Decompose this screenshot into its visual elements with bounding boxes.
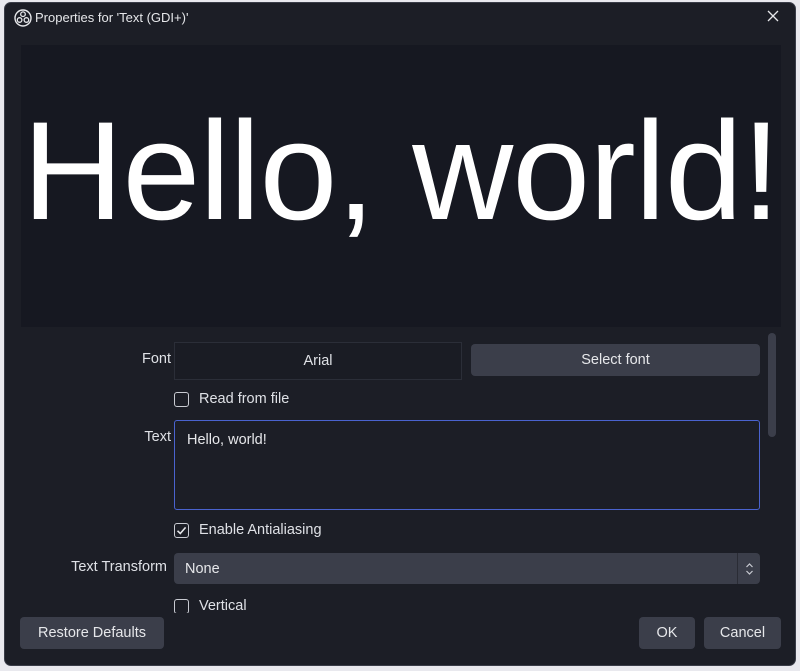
vertical-label: Vertical [199, 598, 247, 613]
read-from-file-row[interactable]: Read from file [174, 391, 289, 407]
properties-scrollbar[interactable] [768, 331, 776, 611]
antialiasing-checkbox[interactable] [174, 522, 189, 538]
obs-logo-icon [14, 9, 32, 27]
antialiasing-row[interactable]: Enable Antialiasing [174, 522, 322, 538]
text-transform-value: None [185, 560, 220, 577]
cancel-button[interactable]: Cancel [704, 617, 781, 649]
vertical-checkbox[interactable] [174, 598, 189, 613]
text-transform-select[interactable]: None [174, 553, 760, 584]
scrollbar-thumb[interactable] [768, 333, 776, 437]
vertical-row[interactable]: Vertical [174, 598, 247, 613]
properties-panel: Font Arial Select font Read from file Te… [21, 327, 781, 613]
ok-button[interactable]: OK [639, 617, 695, 649]
title-bar: Properties for 'Text (GDI+)' [5, 3, 795, 33]
font-display: Arial [174, 342, 462, 380]
read-from-file-label: Read from file [199, 391, 290, 407]
window-title: Properties for 'Text (GDI+)' [35, 10, 189, 25]
properties-dialog: Properties for 'Text (GDI+)' Hello, worl… [4, 2, 796, 666]
close-button[interactable] [751, 3, 795, 33]
text-preview: Hello, world! [21, 45, 781, 327]
text-label: Text [144, 429, 171, 445]
read-from-file-checkbox[interactable] [174, 391, 189, 407]
restore-defaults-button[interactable]: Restore Defaults [20, 617, 164, 649]
checkmark-icon [176, 526, 187, 535]
select-font-button[interactable]: Select font [471, 344, 760, 376]
font-label: Font [141, 351, 171, 367]
close-icon [767, 9, 779, 27]
antialiasing-label: Enable Antialiasing [199, 522, 322, 538]
text-transform-label: Text Transform [71, 559, 167, 575]
preview-text: Hello, world! [22, 92, 780, 249]
updown-chevron-icon [737, 553, 760, 584]
text-input[interactable]: Hello, world! [174, 420, 760, 510]
